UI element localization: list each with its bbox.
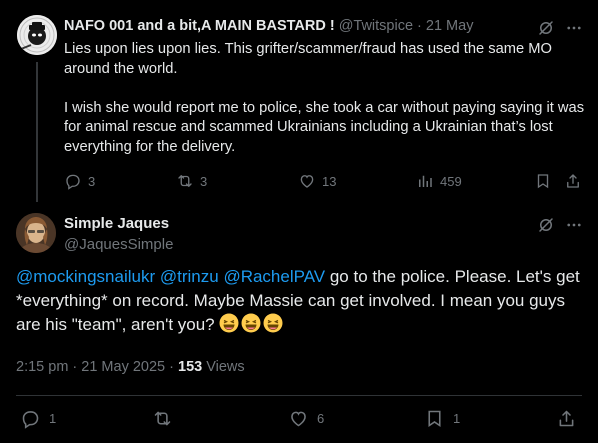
reply-icon [66,174,80,190]
main-tweet: Simple Jaques @JaquesSimple @mockingsnai… [0,205,598,443]
reply-count: 1 [49,411,57,426]
mention-link[interactable]: @trinzu [160,267,219,286]
repost-button[interactable]: 3 [176,172,207,190]
reply-button[interactable]: 1 [20,408,56,429]
share-button[interactable] [556,408,577,429]
mention-link[interactable]: @mockingsnailukr [16,267,155,286]
separator: · [417,18,422,34]
mention-link[interactable]: @RachelPAV [223,267,325,286]
reply-count: 3 [88,173,96,189]
share-button[interactable] [564,172,582,190]
laughing-emoji-icon [241,313,263,334]
bookmark-icon [428,410,441,427]
bookmark-button[interactable]: 1 [424,408,460,429]
view-count: 459 [440,173,462,189]
more-icon[interactable] [562,16,586,40]
like-button[interactable]: 6 [288,408,324,429]
user-handle[interactable]: @JaquesSimple [64,236,173,253]
repost-icon [154,411,171,426]
laughing-emoji-icon [263,313,285,334]
reply-button[interactable]: 3 [64,172,95,190]
share-icon [559,410,574,427]
heart-icon [300,175,314,188]
tweet-paragraph: I wish she would report me to police, sh… [64,99,585,155]
reply-icon [22,411,39,429]
bookmark-icon [537,174,549,189]
tweet-text: Lies upon lies upon lies. This grifter/s… [64,40,589,177]
tweet-date[interactable]: 21 May [426,18,474,34]
tweet-actions: 1 6 1 [20,408,580,432]
views-icon [419,175,432,187]
repost-count: 3 [200,173,208,189]
tweet-text: @mockingsnailukr @trinzu @RachelPAV go t… [16,265,586,337]
laughing-emoji-icon [219,313,241,334]
tweet-header: NAFO 001 and a bit,A MAIN BASTARD ! @Twi… [64,16,588,36]
bookmark-button[interactable] [534,172,552,190]
grok-icon[interactable] [534,16,558,40]
tweet-paragraph: Lies upon lies upon lies. This grifter/s… [64,41,552,77]
more-icon[interactable] [562,213,586,237]
avatar[interactable] [17,15,57,55]
parent-tweet[interactable]: NAFO 001 and a bit,A MAIN BASTARD ! @Twi… [0,0,598,205]
tweet-meta: 2:15 pm · 21 May 2025 · 153 Views [16,359,245,375]
like-count: 13 [322,173,337,189]
view-count: 153 [178,359,203,375]
thread-connector [36,62,38,202]
bookmark-count: 1 [453,411,461,426]
user-handle[interactable]: @Twitspice [339,18,413,34]
share-icon [567,174,579,188]
tweet-timestamp[interactable]: 2:15 pm · 21 May 2025 · [16,359,178,375]
heart-icon [291,411,306,427]
grok-icon[interactable] [534,213,558,237]
like-button[interactable]: 13 [298,172,336,190]
tweet-actions: 3 3 13 459 [64,172,594,192]
repost-icon [178,175,192,187]
views-button[interactable]: 459 [416,172,462,190]
like-count: 6 [317,411,325,426]
repost-button[interactable] [152,408,173,429]
display-name[interactable]: Simple Jaques [64,215,169,232]
views-label: Views [202,359,245,375]
display-name[interactable]: NAFO 001 and a bit,A MAIN BASTARD ! [64,18,335,34]
avatar[interactable] [16,213,56,253]
divider [16,395,582,396]
